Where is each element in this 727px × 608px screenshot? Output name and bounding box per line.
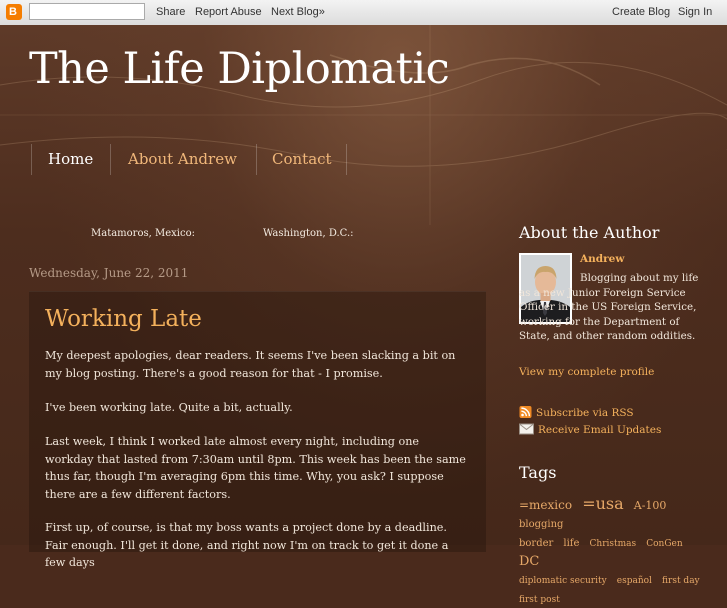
- author-name-link[interactable]: Andrew: [580, 253, 624, 265]
- report-abuse-link[interactable]: Report Abuse: [195, 6, 262, 18]
- rss-icon: [519, 406, 532, 418]
- blogger-logo-icon[interactable]: B: [6, 4, 22, 20]
- tag-link[interactable]: blogging: [519, 519, 563, 530]
- tab-home[interactable]: Home: [31, 144, 110, 175]
- about-author-heading: About the Author: [519, 223, 660, 242]
- tab-contact[interactable]: Contact: [256, 144, 347, 175]
- blogger-navbar: B Share Report Abuse Next Blog» Create B…: [0, 0, 727, 26]
- tag-link[interactable]: =mexico: [519, 498, 572, 512]
- blogger-logo-letter: B: [9, 6, 17, 18]
- blog-post: Working Late My deepest apologies, dear …: [29, 291, 486, 569]
- share-link[interactable]: Share: [156, 6, 185, 18]
- post-paragraph: Last week, I think I worked late almost …: [45, 435, 466, 501]
- email-updates-label: Receive Email Updates: [538, 424, 662, 436]
- tags-heading: Tags: [519, 463, 557, 482]
- tab-about-andrew[interactable]: About Andrew: [110, 144, 256, 175]
- tag-link[interactable]: first day: [662, 576, 700, 586]
- blog-search-input[interactable]: [29, 3, 145, 20]
- author-bio-text: Blogging about my life as a new Junior F…: [519, 272, 699, 343]
- tab-about-andrew-label: About Andrew: [128, 150, 237, 168]
- create-blog-link[interactable]: Create Blog: [612, 6, 670, 18]
- view-profile-link[interactable]: View my complete profile: [519, 366, 654, 378]
- email-updates-link[interactable]: Receive Email Updates: [519, 423, 661, 436]
- post-paragraph: First up, of course, is that my boss wan…: [45, 521, 449, 569]
- tag-link[interactable]: first post: [519, 595, 560, 605]
- clock-matamoros-label: Matamoros, Mexico:: [91, 228, 195, 239]
- blog-title[interactable]: The Life Diplomatic: [29, 44, 450, 94]
- post-date-header: Wednesday, June 22, 2011: [29, 266, 189, 280]
- clock-washington-label: Washington, D.C.:: [263, 228, 354, 239]
- tag-link[interactable]: Christmas: [590, 539, 637, 549]
- email-icon: [519, 423, 534, 435]
- tag-cloud: =mexico =usa A-100 blogging border life …: [519, 496, 709, 608]
- tag-link[interactable]: DC: [519, 554, 539, 569]
- tab-contact-label: Contact: [272, 150, 332, 168]
- subscribe-rss-label: Subscribe via RSS: [536, 407, 634, 419]
- tag-link[interactable]: diplomatic security: [519, 576, 607, 586]
- subscribe-rss-link[interactable]: Subscribe via RSS: [519, 406, 634, 419]
- sign-in-link[interactable]: Sign In: [678, 6, 712, 18]
- tag-link[interactable]: ConGen: [646, 539, 682, 549]
- tag-link[interactable]: A-100: [634, 499, 667, 512]
- tag-link[interactable]: español: [617, 576, 652, 586]
- post-title[interactable]: Working Late: [45, 306, 202, 332]
- tab-home-label: Home: [48, 150, 94, 168]
- next-blog-link[interactable]: Next Blog»: [271, 6, 325, 18]
- tag-link[interactable]: border: [519, 538, 553, 549]
- post-paragraph: My deepest apologies, dear readers. It s…: [45, 349, 456, 380]
- author-bio: Blogging about my life as a new Junior F…: [519, 271, 709, 344]
- tag-link[interactable]: =usa: [582, 494, 623, 513]
- post-paragraph: I've been working late. Quite a bit, act…: [45, 401, 293, 414]
- tag-link[interactable]: life: [563, 538, 579, 549]
